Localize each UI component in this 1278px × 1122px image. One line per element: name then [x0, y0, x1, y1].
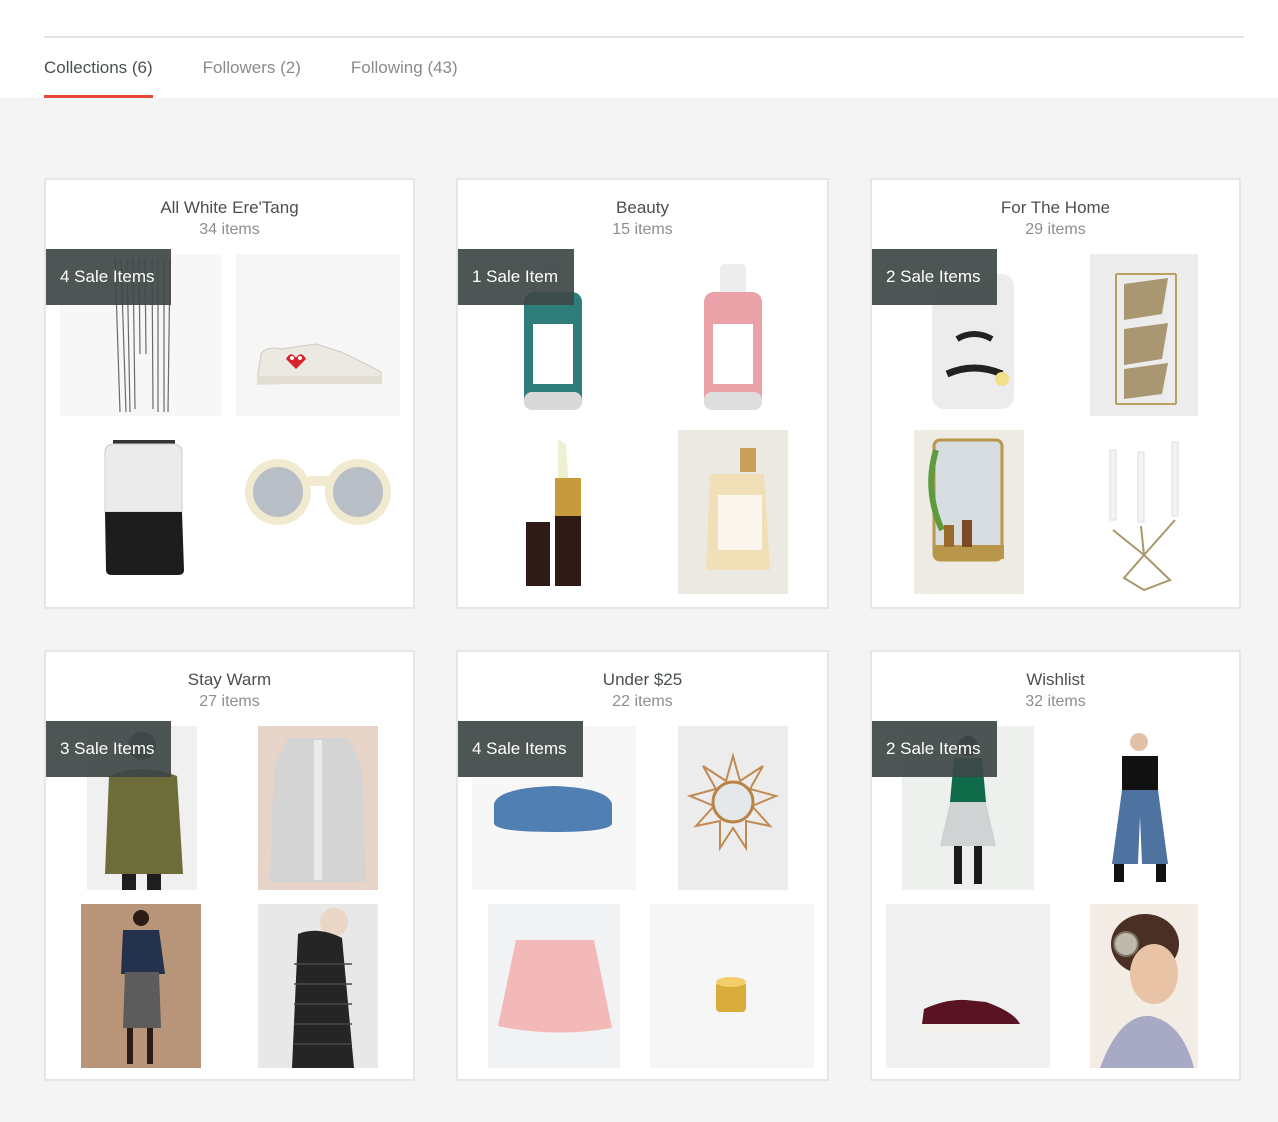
sale-badge: 4 Sale Items — [46, 249, 171, 305]
header-divider — [44, 36, 1244, 38]
gold-ring-image[interactable] — [650, 904, 814, 1068]
sale-badge: 2 Sale Items — [872, 721, 997, 777]
collection-card-all-white[interactable]: All White Ere'Tang 34 items 4 Sale Items — [44, 178, 415, 609]
rattan-sun-mirror-image[interactable] — [678, 726, 788, 890]
lipstick-image[interactable] — [488, 430, 618, 594]
sale-badge: 2 Sale Items — [872, 249, 997, 305]
sunglasses-image[interactable] — [236, 430, 400, 582]
tab-collections[interactable]: Collections (6) — [44, 56, 153, 98]
tab-followers[interactable]: Followers (2) — [203, 56, 301, 98]
velvet-sneaker-image[interactable] — [886, 904, 1050, 1068]
navy-sweater-skirt-image[interactable] — [81, 904, 201, 1068]
white-sneaker-image[interactable] — [236, 254, 400, 416]
gold-mirror-shelf-image[interactable] — [914, 430, 1024, 594]
profile-tabs: Collections (6) Followers (2) Following … — [44, 56, 458, 98]
collection-card-for-the-home[interactable]: For The Home 29 items 2 Sale Items — [870, 178, 1241, 609]
collection-title: Under $25 — [602, 670, 683, 689]
sale-badge: 4 Sale Items — [458, 721, 583, 777]
collection-card-wishlist[interactable]: Wishlist 32 items 2 Sale Items — [870, 650, 1241, 1081]
collection-card-stay-warm[interactable]: Stay Warm 27 items 3 Sale Items — [44, 650, 415, 1081]
pink-skirt-image[interactable] — [488, 904, 620, 1068]
sale-badge: 3 Sale Items — [46, 721, 171, 777]
collection-count: 22 items — [612, 693, 673, 710]
collection-title: For The Home — [1000, 198, 1111, 217]
collection-title: Wishlist — [1026, 670, 1085, 689]
collection-title: All White Ere'Tang — [160, 198, 299, 217]
collection-count: 15 items — [612, 221, 673, 238]
headphones-image[interactable] — [1090, 904, 1198, 1068]
tab-following[interactable]: Following (43) — [351, 56, 458, 98]
backpack-image[interactable] — [60, 430, 222, 582]
sale-badge: 1 Sale Item — [458, 249, 574, 305]
collection-count: 29 items — [1025, 221, 1086, 238]
collection-title: Stay Warm — [187, 670, 272, 689]
black-puffer-image[interactable] — [258, 904, 378, 1068]
profile-header: Collections (6) Followers (2) Following … — [0, 0, 1278, 98]
collection-card-beauty[interactable]: Beauty 15 items 1 Sale Item — [456, 178, 829, 609]
grey-cardigan-image[interactable] — [258, 726, 378, 890]
collection-count: 32 items — [1025, 693, 1086, 710]
pink-conditioner-image[interactable] — [668, 254, 798, 416]
culottes-outfit-image[interactable] — [1086, 726, 1196, 890]
collection-count: 34 items — [199, 221, 260, 238]
collection-title: Beauty — [616, 198, 669, 217]
collection-count: 27 items — [199, 693, 260, 710]
candelabra-image[interactable] — [1088, 430, 1200, 594]
rahua-conditioner-image[interactable] — [678, 430, 788, 594]
collection-card-under-25[interactable]: Under $25 22 items 4 Sale Items — [456, 650, 829, 1081]
gold-rack-image[interactable] — [1090, 254, 1198, 416]
